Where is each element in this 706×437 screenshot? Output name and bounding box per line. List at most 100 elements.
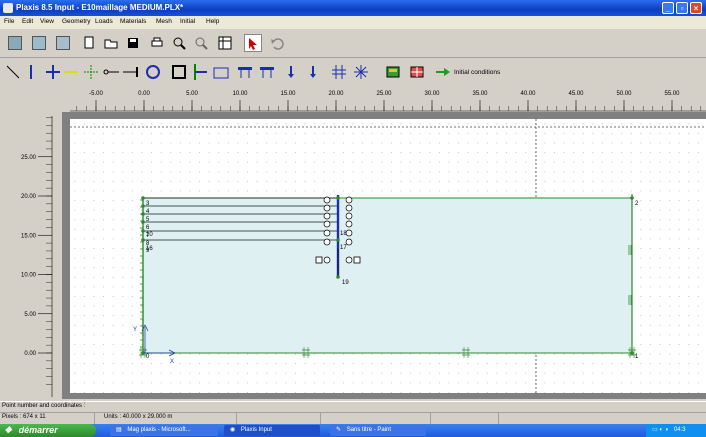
close-button[interactable]: × [690, 2, 702, 14]
menu-edit[interactable]: Edit [22, 18, 33, 25]
plate-icon[interactable] [22, 63, 40, 81]
tunnel-icon[interactable] [144, 63, 162, 81]
geometry-model: 0 1234567891016 171819YX [70, 119, 706, 393]
open-project-icon[interactable] [30, 34, 48, 52]
point-label: 16 [146, 246, 153, 252]
horizontal-ruler: -5.00 0.00 5.00 10.00 15.00 20.00 25.00 30.00 35… [0, 86, 706, 112]
node-to-node-anchor-icon[interactable] [102, 63, 120, 81]
soil-cluster [142, 197, 633, 354]
ruler-x-label: 20.00 [328, 91, 344, 97]
plaxis-icon: ◉ [230, 427, 236, 433]
ruler-x-label: 45.00 [568, 91, 584, 97]
green-arrow-icon [436, 68, 450, 76]
point-label: 19 [342, 280, 349, 286]
title-bar: Plaxis 8.5 Input - E10maillage MEDIUM.PL… [0, 0, 706, 16]
fixed-end-anchor-icon[interactable] [122, 63, 140, 81]
load-system-a-icon[interactable] [212, 63, 230, 81]
plaxis-app-icon [3, 3, 13, 13]
geometry-point [141, 238, 145, 242]
geometry-point [630, 351, 634, 355]
materials-icon[interactable] [384, 63, 402, 81]
windows-logo-icon: ❖ [4, 425, 13, 435]
geometry-point [141, 212, 145, 216]
anchor-symbol-right [345, 212, 353, 220]
zoom-out-icon[interactable] [192, 34, 210, 52]
print-icon[interactable] [148, 34, 166, 52]
ruler-x-label: 15.00 [280, 91, 296, 97]
anchor-symbol-low-left [323, 256, 331, 264]
pixels-readout: Pixels : 674 x 11 [2, 414, 46, 420]
ruler-x-label: 10.00 [232, 91, 248, 97]
open-folder-icon[interactable] [102, 34, 120, 52]
menu-file[interactable]: File [4, 18, 14, 25]
vertical-fixity-icon[interactable] [190, 63, 208, 81]
project-icon[interactable] [54, 34, 72, 52]
ruler-x-label: 5.00 [186, 91, 198, 97]
menu-geometry[interactable]: Geometry [62, 18, 91, 25]
tray-icons: ▭ ◐ ◑ [652, 427, 669, 433]
start-button[interactable]: ❖ démarrer [0, 424, 96, 437]
taskbar-item-plaxis[interactable]: ◉ Plaxis Input [224, 425, 320, 436]
anchor-symbol-left [323, 238, 331, 246]
menu-mesh[interactable]: Mesh [156, 18, 172, 25]
geometry-point [141, 351, 145, 355]
drain-icon[interactable] [330, 63, 348, 81]
geometry-point [141, 220, 145, 224]
menu-materials[interactable]: Materials [120, 18, 146, 25]
point-coordinates-text: Point number and coordinates : [2, 403, 86, 409]
minimize-button[interactable]: _ [662, 2, 674, 14]
word-icon: ▤ [116, 427, 122, 433]
undo-icon[interactable] [268, 34, 286, 52]
menu-initial[interactable]: Initial [180, 18, 195, 25]
menu-help[interactable]: Help [206, 18, 219, 25]
point-label: 10 [146, 232, 153, 238]
geometry-point [336, 275, 340, 279]
initial-conditions-button[interactable]: Initial conditions [436, 68, 500, 76]
table-icon[interactable] [216, 34, 234, 52]
anchor-symbol-right [345, 238, 353, 246]
geometry-line-icon[interactable] [4, 63, 22, 81]
interface-icon[interactable] [82, 63, 100, 81]
selection-arrow-icon[interactable] [244, 34, 262, 52]
ruler-x-label: 30.00 [424, 91, 440, 97]
menu-view[interactable]: View [40, 18, 54, 25]
clock: 04:3 [673, 427, 686, 433]
menu-loads[interactable]: Loads [95, 18, 113, 25]
generate-mesh-icon[interactable] [408, 63, 426, 81]
menu-bar: File Edit View Geometry Loads Materials … [0, 16, 706, 29]
refine-star-icon[interactable] [352, 63, 370, 81]
ruler-x-label: 55.00 [664, 91, 680, 97]
ruler-x-label: 25.00 [376, 91, 392, 97]
geometry-point [141, 204, 145, 208]
new-file-icon[interactable] [80, 34, 98, 52]
ruler-y-label: 15.00 [21, 233, 37, 239]
geometry-point [336, 238, 340, 242]
ruler-y-label: 5.00 [24, 312, 36, 318]
hinge-icon[interactable] [44, 63, 62, 81]
standard-fixities-icon[interactable] [170, 63, 188, 81]
point-load-a-icon[interactable] [282, 63, 300, 81]
ruler-x-label: 0.00 [138, 91, 150, 97]
ruler-x-label: 40.00 [520, 91, 536, 97]
geometry-point [336, 196, 340, 200]
point-label: 18 [340, 231, 347, 237]
main-toolbar [0, 29, 706, 58]
taskbar-item-paint[interactable]: ✎ Sans titre - Paint [330, 425, 426, 436]
new-project-icon[interactable] [6, 34, 24, 52]
save-icon[interactable] [124, 34, 142, 52]
point-label: 0 [146, 354, 150, 360]
geometry-toolbar: Initial conditions [0, 58, 706, 87]
anchor-symbol-left [323, 204, 331, 212]
point-load-b-icon[interactable] [304, 63, 322, 81]
ruler-x-label: 35.00 [472, 91, 488, 97]
geogrid-icon[interactable] [62, 63, 80, 81]
distributed-load-b-icon[interactable] [258, 63, 276, 81]
taskbar-item-word[interactable]: ▤ Mag plaxis - Microsoft... [110, 425, 218, 436]
vertical-ruler: 25.00 20.00 15.00 10.00 5.00 0.00 [0, 112, 62, 399]
window-title: Plaxis 8.5 Input - E10maillage MEDIUM.PL… [16, 3, 184, 12]
drawing-canvas[interactable]: 0 1 2 3 4 5 6 7 8 9 10 16 17 18 19 Y X [70, 119, 706, 393]
ruler-y-label: 0.00 [24, 351, 36, 357]
distributed-load-a-icon[interactable] [236, 63, 254, 81]
zoom-in-icon[interactable] [170, 34, 188, 52]
maximize-button[interactable]: ▫ [676, 2, 688, 14]
